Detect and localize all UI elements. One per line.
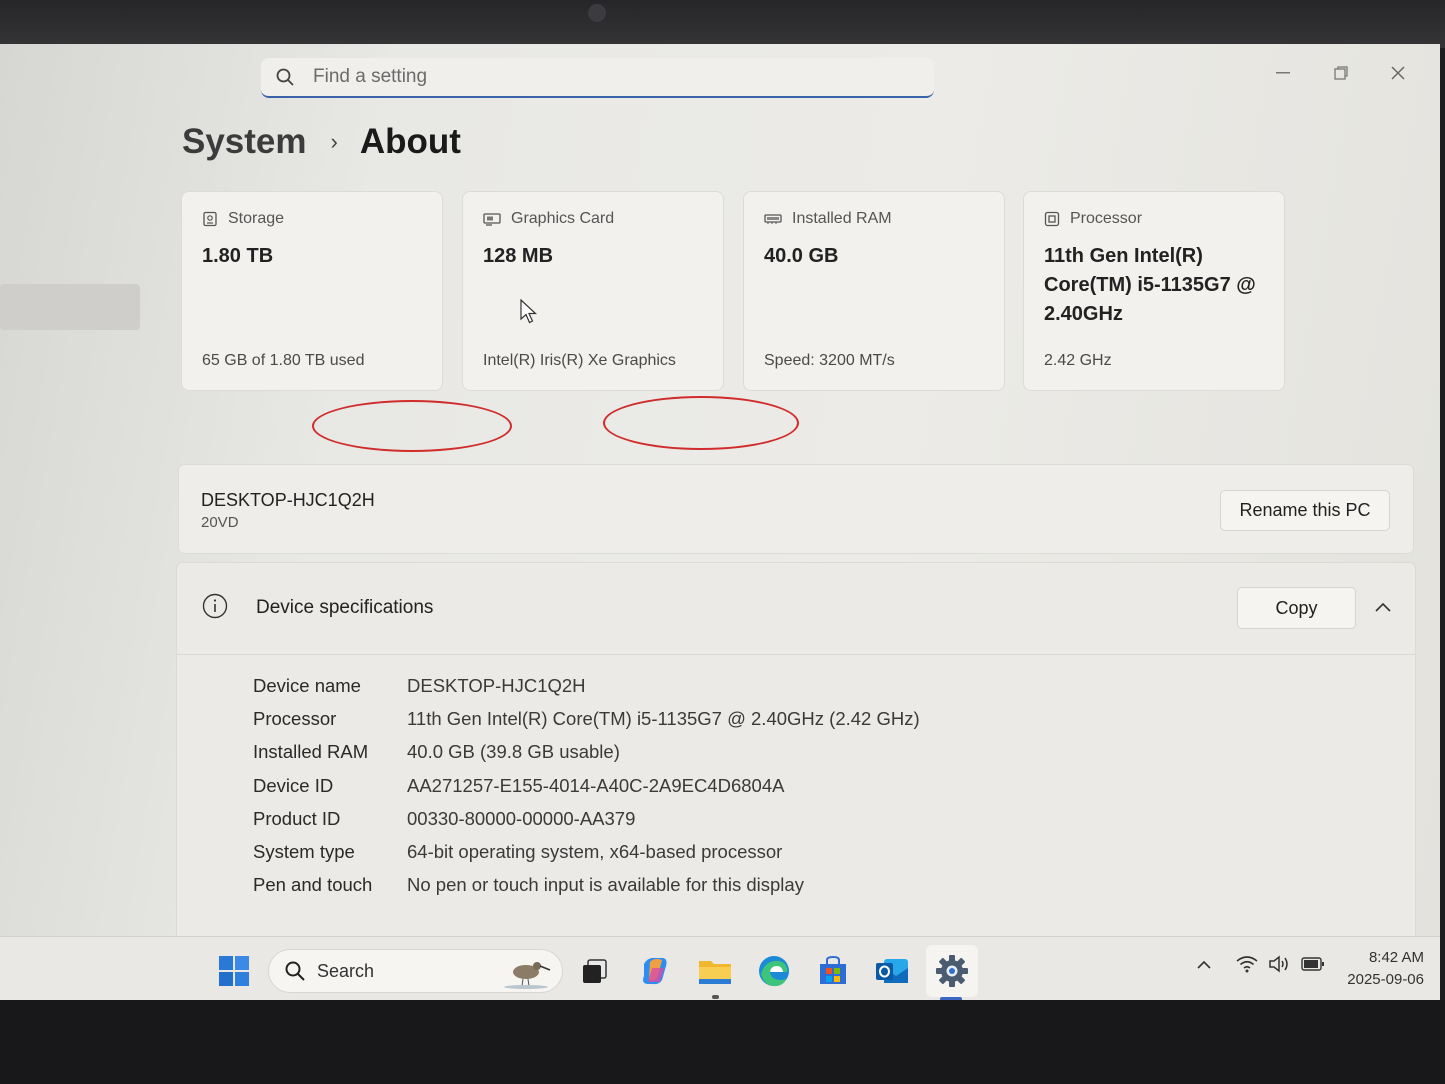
- device-specifications-title: Device specifications: [256, 597, 434, 618]
- spec-row: Installed RAM 40.0 GB (39.8 GB usable): [253, 736, 920, 769]
- storage-card-label: Storage: [228, 210, 285, 227]
- chevron-up-icon[interactable]: [1375, 599, 1391, 617]
- storage-card-sub: 65 GB of 1.80 TB used: [202, 352, 365, 369]
- restore-icon[interactable]: [1326, 58, 1356, 88]
- ram-card-sub: Speed: 3200 MT/s: [764, 352, 895, 369]
- clock-time: 8:42 AM: [1368, 949, 1424, 966]
- spec-row: Product ID 00330-80000-00000-AA379: [253, 802, 920, 835]
- settings-window: System › About Storage 1.80 TB 65 GB of …: [0, 44, 1440, 1004]
- file-explorer-icon[interactable]: [694, 950, 736, 992]
- clock-date: 2025-09-06: [1347, 971, 1424, 988]
- storage-card-header: Storage: [202, 210, 284, 228]
- bird-highlight-icon: [504, 962, 551, 989]
- spec-value: 64-bit operating system, x64-based proce…: [407, 841, 783, 863]
- edge-icon[interactable]: [753, 950, 795, 992]
- running-indicator: [712, 995, 719, 999]
- graphics-card-value: 128 MB: [483, 245, 554, 267]
- laptop-bezel-top: [0, 0, 1445, 48]
- graphics-card-header: Graphics Card: [483, 210, 614, 228]
- task-view-icon[interactable]: [574, 950, 616, 992]
- spec-row: Device name DESKTOP-HJC1Q2H: [253, 669, 920, 702]
- copilot-icon[interactable]: [634, 950, 676, 992]
- laptop-bezel-bottom: [0, 1000, 1445, 1084]
- annotation-ellipse: [312, 400, 512, 452]
- graphics-card-card[interactable]: Graphics Card 128 MB Intel(R) Iris(R) Xe…: [462, 191, 724, 391]
- mouse-cursor-icon: [519, 298, 539, 330]
- graphics-card-icon: [483, 213, 501, 226]
- microsoft-store-icon[interactable]: [812, 950, 854, 992]
- copy-button[interactable]: Copy: [1237, 587, 1356, 629]
- clock[interactable]: 8:42 AM 2025-09-06: [1330, 947, 1424, 991]
- volume-icon[interactable]: [1268, 955, 1292, 978]
- search-icon: [285, 961, 305, 981]
- rename-pc-button[interactable]: Rename this PC: [1220, 490, 1390, 531]
- spec-value: 00330-80000-00000-AA379: [407, 807, 636, 829]
- spec-value: AA271257-E155-4014-A40C-2A9EC4D6804A: [407, 774, 785, 796]
- webcam: [588, 4, 606, 22]
- spec-key: Installed RAM: [253, 741, 369, 763]
- windows-logo-icon: [219, 956, 249, 986]
- settings-gear-icon[interactable]: [931, 950, 973, 992]
- taskbar-search[interactable]: Search: [268, 949, 563, 993]
- spec-value: 40.0 GB (39.8 GB usable): [407, 741, 620, 763]
- storage-card-value: 1.80 TB: [202, 245, 274, 267]
- processor-card-sub: 2.42 GHz: [1044, 352, 1112, 369]
- close-icon[interactable]: [1383, 58, 1413, 88]
- battery-icon[interactable]: [1301, 957, 1325, 976]
- ram-card[interactable]: Installed RAM 40.0 GB Speed: 3200 MT/s: [743, 191, 1005, 391]
- device-specifications-panel: Device specifications Copy Device name DE…: [176, 562, 1416, 942]
- spec-value: 11th Gen Intel(R) Core(TM) i5-1135G7 @ 2…: [407, 707, 920, 729]
- graphics-card-label: Graphics Card: [511, 210, 615, 227]
- breadcrumb-system[interactable]: System: [182, 122, 307, 162]
- spec-value: DESKTOP-HJC1Q2H: [407, 674, 586, 696]
- start-button[interactable]: [213, 950, 255, 992]
- outlook-icon[interactable]: [871, 950, 913, 992]
- ram-card-value: 40.0 GB: [764, 245, 839, 267]
- storage-icon: [203, 211, 217, 227]
- spec-row: System type 64-bit operating system, x64-…: [253, 835, 920, 868]
- spec-key: Device name: [253, 674, 361, 696]
- ram-card-label: Installed RAM: [792, 210, 892, 227]
- processor-card-header: Processor: [1044, 210, 1142, 228]
- storage-card[interactable]: Storage 1.80 TB 65 GB of 1.80 TB used: [181, 191, 443, 391]
- spec-key: Device ID: [253, 774, 334, 796]
- spec-table: Device name DESKTOP-HJC1Q2H Processor 11th…: [253, 669, 920, 902]
- spec-key: Product ID: [253, 807, 341, 829]
- annotation-ellipse: [603, 396, 799, 450]
- info-icon: [202, 593, 228, 624]
- processor-card[interactable]: Processor 11th Gen Intel(R) Core(TM) i5-…: [1023, 191, 1285, 391]
- spec-value: No pen or touch input is available for t…: [407, 874, 804, 896]
- pc-model: 20VD: [201, 514, 239, 531]
- taskbar-search-label: Search: [317, 960, 375, 981]
- spec-row: Pen and touch No pen or touch input is av…: [253, 869, 920, 902]
- settings-search-box[interactable]: [261, 58, 934, 98]
- breadcrumb: System › About: [182, 122, 461, 162]
- wifi-icon[interactable]: [1236, 955, 1258, 978]
- page-title: About: [359, 122, 461, 161]
- spec-key: Processor: [253, 707, 337, 729]
- graphics-card-sub: Intel(R) Iris(R) Xe Graphics: [483, 352, 676, 369]
- search-input[interactable]: [313, 66, 873, 88]
- ram-card-header: Installed RAM: [764, 210, 892, 228]
- chevron-up-icon[interactable]: [1196, 957, 1212, 975]
- spec-row: Device ID AA271257-E155-4014-A40C-2A9EC4D…: [253, 769, 920, 802]
- nav-item-selected[interactable]: [0, 284, 140, 330]
- taskbar: Search 8:42 AM 2025-09-06: [0, 936, 1440, 1004]
- device-specifications-header[interactable]: Device specifications Copy: [177, 563, 1415, 655]
- processor-card-label: Processor: [1070, 210, 1143, 227]
- search-icon: [276, 67, 296, 87]
- spec-key: System type: [253, 841, 355, 863]
- processor-icon: [1044, 211, 1060, 227]
- minimize-icon[interactable]: [1268, 58, 1298, 88]
- spec-key: Pen and touch: [253, 874, 373, 896]
- chevron-right-icon: ›: [330, 129, 338, 154]
- processor-card-value: 11th Gen Intel(R) Core(TM) i5-1135G7 @ 2…: [1044, 245, 1256, 325]
- pc-name: DESKTOP-HJC1Q2H: [201, 490, 375, 510]
- pc-name-panel: DESKTOP-HJC1Q2H 20VD Rename this PC: [178, 464, 1414, 554]
- ram-icon: [764, 214, 782, 224]
- spec-row: Processor 11th Gen Intel(R) Core(TM) i5-1…: [253, 702, 920, 735]
